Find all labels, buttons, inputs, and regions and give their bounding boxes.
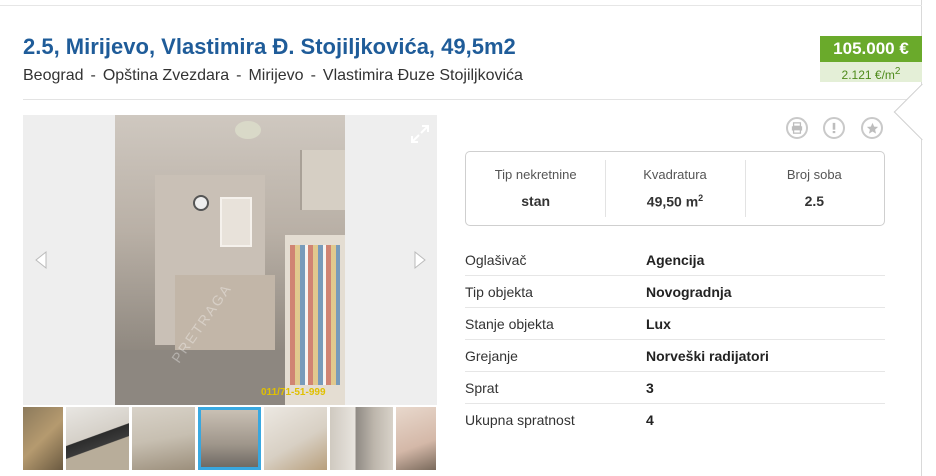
summary-area-value-wrap: 49,50 m2 bbox=[605, 193, 744, 210]
thumbnail[interactable] bbox=[330, 407, 393, 470]
details-value: Novogradnja bbox=[646, 283, 732, 300]
listing-card: 2.5, Mirijevo, Vlastimira Đ. Stojiljkovi… bbox=[0, 0, 922, 476]
summary-area: Kvadratura 49,50 m2 bbox=[605, 152, 744, 225]
price-per-sqm-value: 2.121 €/m bbox=[841, 68, 895, 82]
details-value: 4 bbox=[646, 412, 654, 428]
thumbnail-active[interactable] bbox=[198, 407, 261, 470]
photo-window bbox=[220, 197, 252, 247]
breadcrumb-municipality[interactable]: Opština Zvezdara bbox=[103, 67, 229, 84]
thumbnail[interactable] bbox=[264, 407, 327, 470]
breadcrumb-separator: - bbox=[310, 67, 316, 84]
price-box: 105.000 € 2.121 €/m2 bbox=[820, 36, 922, 82]
breadcrumb-neighborhood[interactable]: Mirijevo bbox=[248, 67, 303, 84]
details-row-total-floors: Ukupna spratnost 4 bbox=[465, 404, 885, 436]
summary-rooms-value: 2.5 bbox=[804, 193, 825, 209]
photo-gallery[interactable]: PRETRAGA 011/71-51-999 bbox=[23, 115, 437, 405]
expand-icon[interactable] bbox=[409, 123, 431, 145]
price-per-sqm: 2.121 €/m2 bbox=[820, 62, 922, 82]
details-label: Ukupna spratnost bbox=[465, 412, 575, 428]
photo-magnets bbox=[290, 245, 340, 385]
report-icon[interactable] bbox=[823, 117, 845, 139]
photo-shelf bbox=[300, 150, 345, 210]
chevron-left-icon[interactable] bbox=[31, 248, 51, 272]
details-label: Tip objekta bbox=[465, 283, 533, 300]
chevron-right-icon[interactable] bbox=[410, 248, 430, 272]
main-photo[interactable]: PRETRAGA 011/71-51-999 bbox=[115, 115, 345, 405]
favorite-icon[interactable] bbox=[861, 117, 883, 139]
summary-rooms-label: Broj soba bbox=[786, 167, 842, 182]
breadcrumb-city[interactable]: Beograd bbox=[23, 67, 84, 84]
thumbnail[interactable] bbox=[23, 407, 63, 470]
summary-area-label: Kvadratura bbox=[643, 167, 707, 182]
breadcrumb: Beograd - Opština Zvezdara - Mirijevo - Vlasti… bbox=[23, 67, 523, 85]
price-total: 105.000 € bbox=[820, 36, 922, 62]
details-label: Grejanje bbox=[465, 347, 518, 364]
details-label: Sprat bbox=[465, 379, 499, 396]
listing-title: 2.5, Mirijevo, Vlastimira Đ. Stojiljkovi… bbox=[23, 34, 516, 59]
details-label: Stanje objekta bbox=[465, 315, 554, 332]
details-row-heating: Grejanje Norveški radijatori bbox=[465, 340, 885, 372]
photo-lamp bbox=[235, 121, 261, 139]
thumbnail-strip bbox=[23, 407, 437, 470]
details-value: Lux bbox=[646, 315, 671, 332]
summary-type-value: stan bbox=[521, 193, 551, 209]
details-value: Norveški radijatori bbox=[646, 347, 769, 364]
breadcrumb-street[interactable]: Vlastimira Đuze Stojiljkovića bbox=[323, 67, 523, 84]
price-per-sqm-sup: 2 bbox=[894, 66, 901, 77]
photo-clock bbox=[193, 195, 209, 211]
top-border bbox=[0, 0, 922, 6]
thumbnail[interactable] bbox=[66, 407, 129, 470]
details-label: Oglašivač bbox=[465, 251, 527, 268]
header-divider bbox=[23, 99, 919, 100]
print-icon[interactable] bbox=[786, 117, 808, 139]
details-row-condition: Stanje objekta Lux bbox=[465, 308, 885, 340]
property-summary: Tip nekretnine stan Kvadratura 49,50 m2 … bbox=[465, 151, 885, 226]
thumbnail[interactable] bbox=[132, 407, 195, 470]
summary-rooms: Broj soba 2.5 bbox=[744, 152, 884, 225]
details-table: Oglašivač Agencija Tip objekta Novogradn… bbox=[465, 244, 885, 436]
listing-actions bbox=[786, 117, 886, 141]
summary-type: Tip nekretnine stan bbox=[466, 152, 605, 225]
details-row-building-type: Tip objekta Novogradnja bbox=[465, 276, 885, 308]
summary-area-sup: 2 bbox=[698, 193, 704, 203]
breadcrumb-separator: - bbox=[90, 67, 96, 84]
details-row-floor: Sprat 3 bbox=[465, 372, 885, 404]
summary-area-value: 49,50 m bbox=[646, 193, 699, 210]
breadcrumb-separator: - bbox=[236, 67, 242, 84]
thumbnail[interactable] bbox=[396, 407, 436, 470]
photo-phone-caption: 011/71-51-999 bbox=[261, 387, 326, 398]
summary-type-label: Tip nekretnine bbox=[494, 167, 577, 182]
details-value: 3 bbox=[646, 379, 654, 396]
details-row-advertiser: Oglašivač Agencija bbox=[465, 244, 885, 276]
details-value: Agencija bbox=[646, 251, 705, 268]
